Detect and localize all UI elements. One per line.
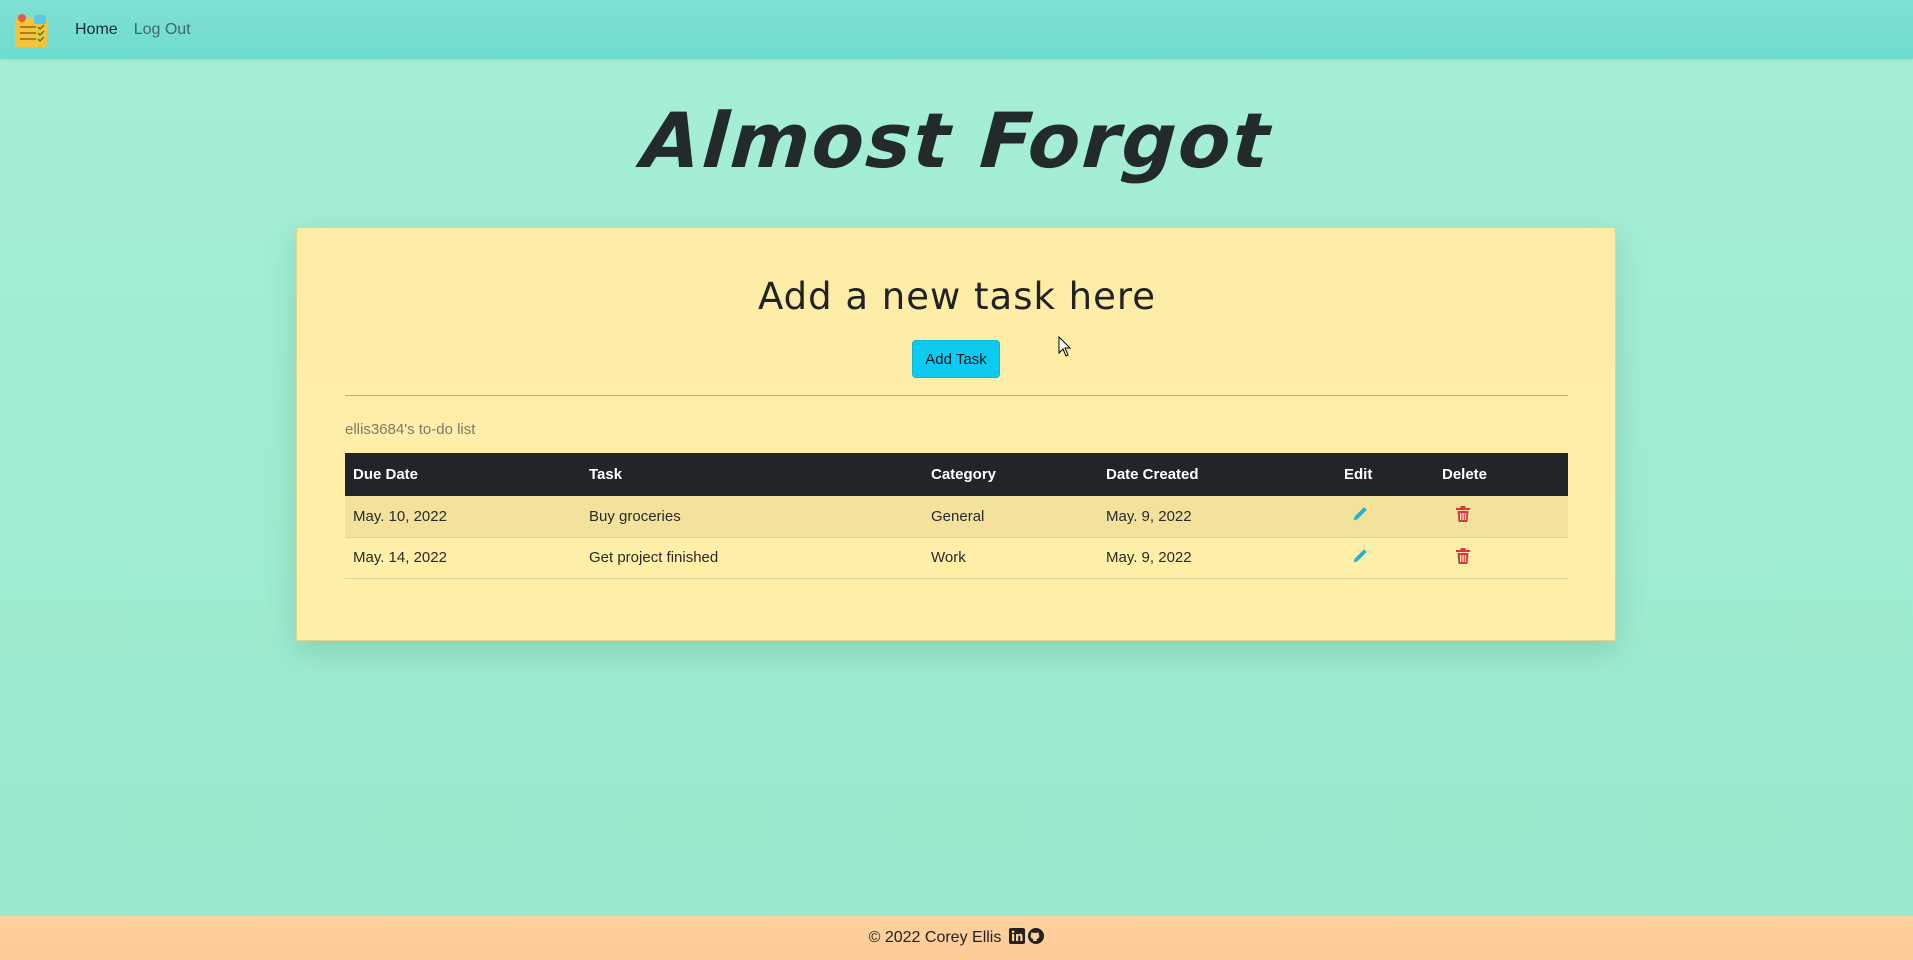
category-cell: General xyxy=(931,507,985,525)
top-navbar: Home Log Out xyxy=(0,0,1913,59)
linkedin-icon[interactable] xyxy=(1009,927,1026,949)
edit-cell xyxy=(1336,496,1434,537)
edit-cell xyxy=(1336,537,1434,578)
divider xyxy=(345,395,1568,396)
card-heading: Add a new task here xyxy=(757,275,1157,318)
list-caption: ellis3684's to-do list xyxy=(345,421,476,438)
github-icon[interactable] xyxy=(1028,927,1045,949)
category-cell: Work xyxy=(931,549,966,566)
social-links xyxy=(1009,927,1045,949)
notepad-checklist-icon[interactable] xyxy=(12,11,50,49)
header-task: Task xyxy=(589,466,623,483)
nav-link-home[interactable]: Home xyxy=(75,21,118,39)
date-created-cell: May. 9, 2022 xyxy=(1106,507,1192,525)
pencil-icon[interactable] xyxy=(1352,506,1368,522)
due-date-cell: May. 10, 2022 xyxy=(353,507,447,525)
nav-link-logout[interactable]: Log Out xyxy=(134,21,191,39)
pencil-icon[interactable] xyxy=(1352,548,1368,564)
trash-icon[interactable] xyxy=(1456,506,1470,523)
task-cell: Buy groceries xyxy=(589,507,681,525)
due-date-cell: May. 14, 2022 xyxy=(353,549,447,566)
table-header-row: Due Date Task Category Date Created Edit… xyxy=(345,453,1568,496)
task-card: Add a new task here Add Task ellis3684's… xyxy=(296,227,1616,641)
table-row: May. 10, 2022 Buy groceries General May.… xyxy=(345,496,1568,537)
table-row: May. 14, 2022 Get project finished Work … xyxy=(345,537,1568,578)
delete-cell xyxy=(1434,496,1568,537)
trash-icon[interactable] xyxy=(1456,547,1470,564)
add-task-button[interactable]: Add Task xyxy=(912,340,1000,378)
header-date-created: Date Created xyxy=(1106,466,1199,483)
header-edit: Edit xyxy=(1344,466,1373,483)
header-due-date: Due Date xyxy=(353,466,419,483)
task-cell: Get project finished xyxy=(589,549,719,566)
site-footer: © 2022 Corey Ellis xyxy=(0,916,1913,960)
task-table: Due Date Task Category Date Created Edit… xyxy=(345,453,1568,579)
date-created-cell: May. 9, 2022 xyxy=(1106,549,1192,566)
mouse-cursor-icon xyxy=(1058,335,1072,362)
site-title: Almost Forgot xyxy=(638,96,1275,185)
header-delete: Delete xyxy=(1442,466,1488,483)
header-category: Category xyxy=(931,466,997,483)
copyright-text: © 2022 Corey Ellis xyxy=(868,929,1002,946)
delete-cell xyxy=(1434,537,1568,578)
